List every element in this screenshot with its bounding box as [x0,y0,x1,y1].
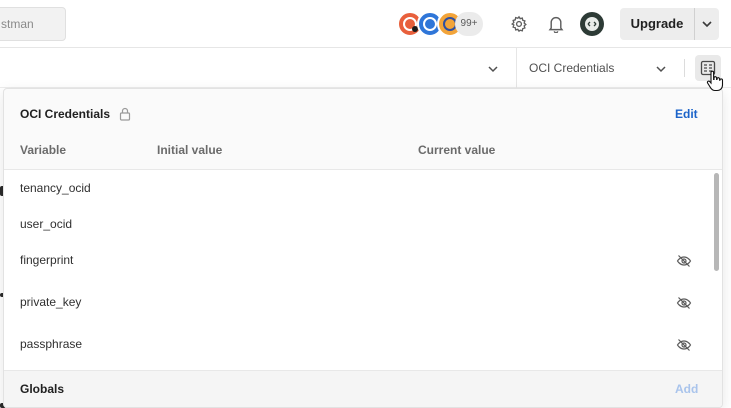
more-collaborators-badge[interactable]: 99+ [455,12,483,36]
globals-title: Globals [20,382,65,396]
globals-section: Globals Add [4,370,722,407]
table-row: fingerprint [4,242,714,278]
table-row: passphrase [4,326,714,362]
eye-off-icon[interactable] [676,295,692,311]
divider [516,48,517,88]
table-row: tenancy_ocid [4,170,714,206]
column-header-current-value: Current value [418,143,496,157]
variable-name: private_key [20,295,82,309]
settings-gear-icon[interactable] [508,13,530,35]
environment-selector[interactable]: OCI Credentials [529,48,614,88]
chevron-down-icon [702,21,712,28]
top-header: stman 99+ Upgrade [0,0,731,48]
divider [684,59,685,77]
lock-icon [119,107,131,121]
popover-header: OCI Credentials Edit [4,89,722,141]
edit-environment-link[interactable]: Edit [675,107,698,121]
scrollbar-thumb[interactable] [714,173,719,271]
variable-name: tenancy_ocid [20,181,91,195]
upgrade-dropdown-button[interactable] [695,8,719,40]
column-header-initial-value: Initial value [157,143,223,157]
chevron-down-icon[interactable] [486,62,500,76]
eye-off-icon[interactable] [676,337,692,353]
avatar-face-icon [585,17,599,31]
variable-name: passphrase [20,337,83,351]
workspace-toolbar: OCI Credentials [0,48,731,88]
table-row: private_key [4,284,714,320]
upgrade-button-group[interactable]: Upgrade [620,8,719,40]
chevron-down-icon[interactable] [654,62,668,76]
column-header-variable: Variable [20,143,67,157]
hand-pointer-cursor-icon [706,70,724,92]
variable-name: user_ocid [20,217,73,231]
environment-title: OCI Credentials [20,107,111,121]
user-avatar[interactable] [580,12,604,36]
environment-quick-look-popover: OCI Credentials Edit Variable Initial va… [3,88,723,408]
search-input[interactable]: stman [0,7,66,41]
eye-off-icon[interactable] [676,253,692,269]
notifications-bell-icon[interactable] [545,13,567,35]
table-row: user_ocid [4,206,714,242]
add-global-link[interactable]: Add [675,382,698,396]
upgrade-button[interactable]: Upgrade [620,8,694,40]
variable-name: fingerprint [20,253,74,267]
variables-table: tenancy_ocid user_ocid fingerprint priva… [4,169,722,370]
